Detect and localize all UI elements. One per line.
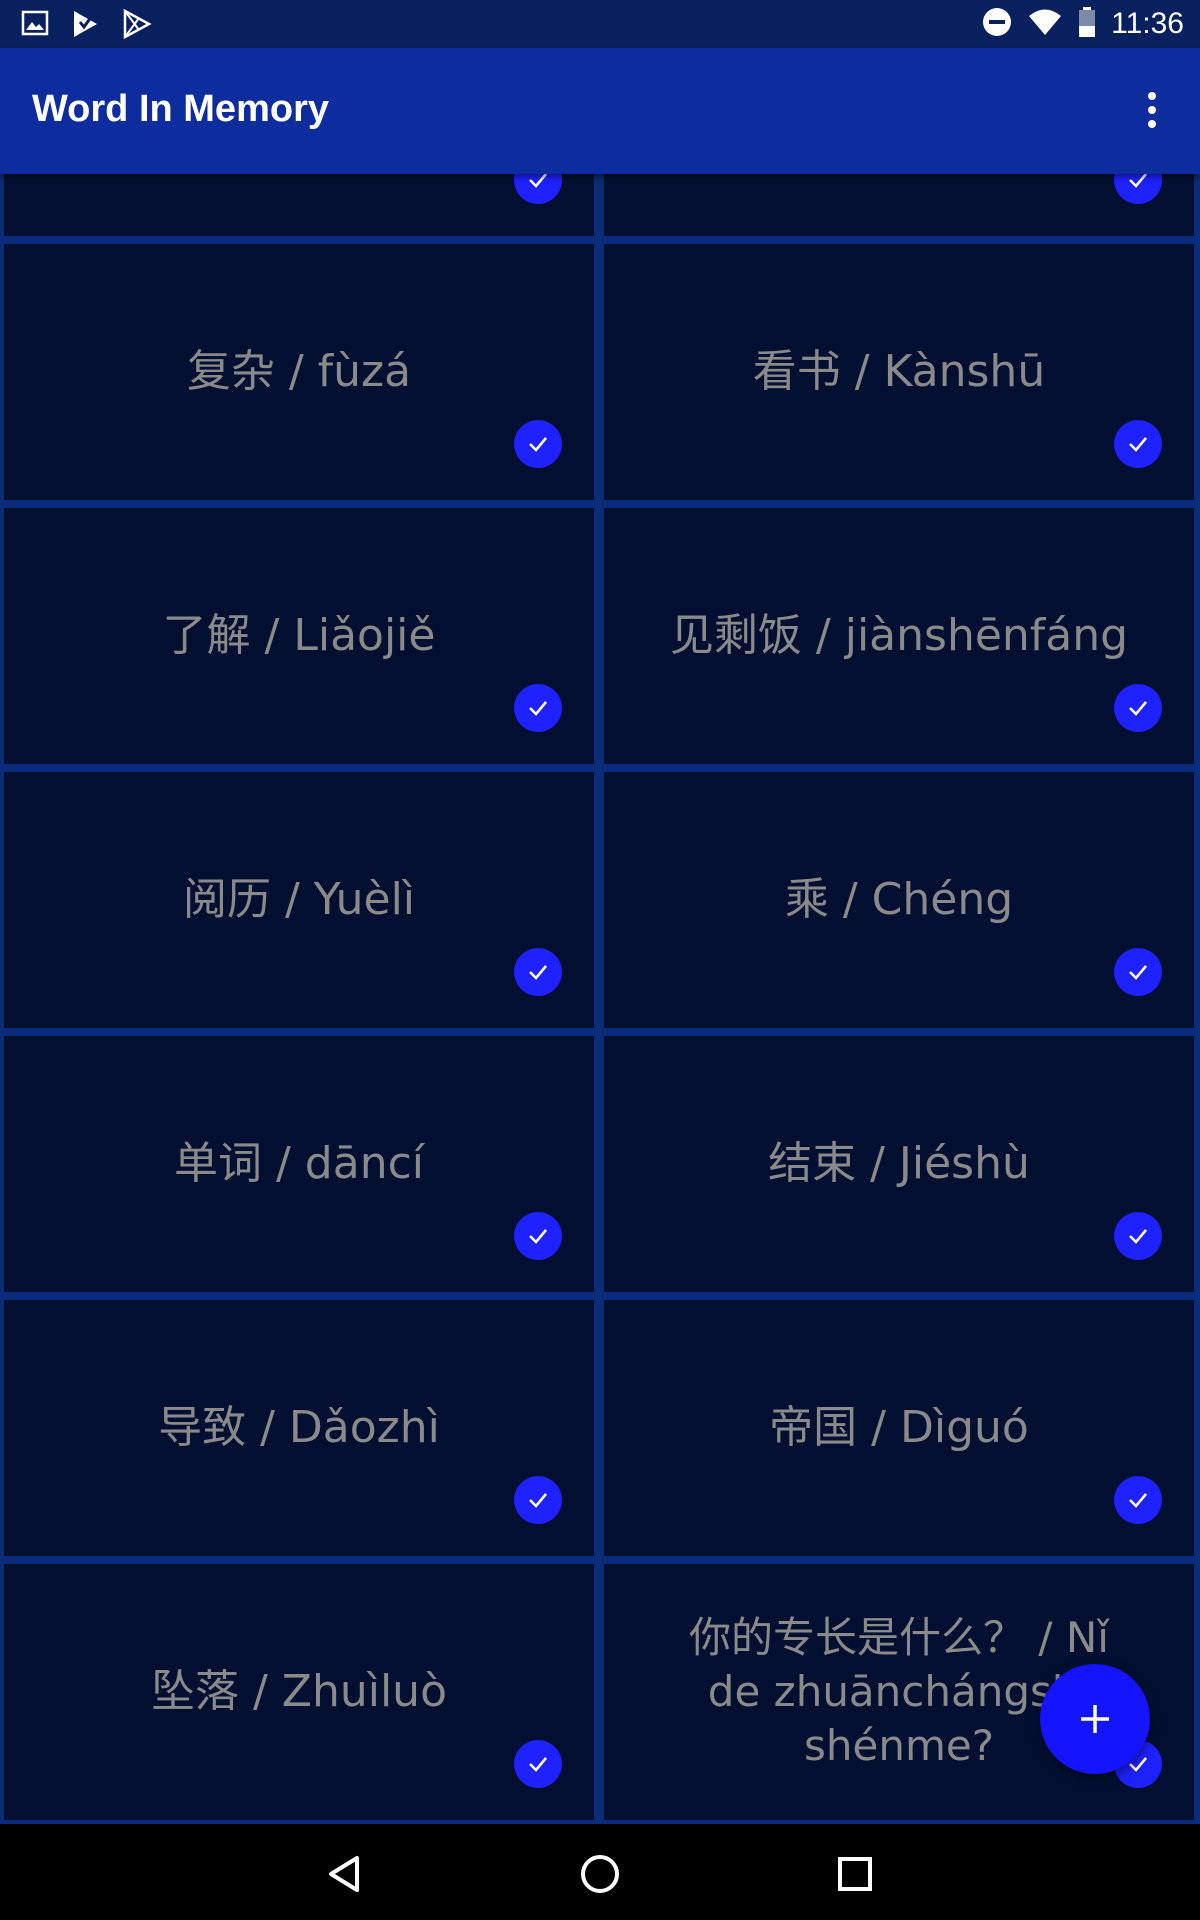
word-card[interactable]: 了解 / Liǎojiě <box>4 508 594 764</box>
check-icon[interactable] <box>1114 420 1162 468</box>
recents-icon[interactable] <box>827 1846 883 1902</box>
word-card-text: 看书 / Kànshū <box>752 346 1046 397</box>
plus-icon <box>1081 1705 1109 1733</box>
word-card-text: 复杂 / fùzá <box>186 346 412 397</box>
word-card-text <box>14 174 584 236</box>
word-card-text: 导致 / Dǎozhì <box>158 1402 440 1453</box>
app-title: Word In Memory <box>32 88 329 130</box>
word-card-text: 乘 / Chéng <box>784 874 1014 925</box>
word-card-text: 阅历 / Yuèlì <box>182 874 416 925</box>
status-time: 11:36 <box>1111 7 1184 40</box>
word-card-text: 结束 / Jiéshù <box>768 1138 1030 1189</box>
word-card[interactable] <box>4 174 594 236</box>
status-left-icons <box>20 8 152 44</box>
check-icon[interactable] <box>514 1476 562 1524</box>
word-card-text: 见剩饭 / jiànshēnfáng <box>669 610 1129 661</box>
word-card[interactable]: 见剩饭 / jiànshēnfáng <box>604 508 1194 764</box>
check-icon[interactable] <box>1114 948 1162 996</box>
play-store-icon <box>70 8 100 44</box>
check-icon[interactable] <box>514 1740 562 1788</box>
play-store-outline-icon <box>120 8 152 44</box>
word-card[interactable]: 帝国 / Dìguó <box>604 1300 1194 1556</box>
check-icon[interactable] <box>514 684 562 732</box>
word-card[interactable]: 看书 / Kànshū <box>604 244 1194 500</box>
add-word-button[interactable] <box>1040 1664 1150 1774</box>
word-card-text: 单词 / dāncí <box>174 1138 424 1189</box>
more-vert-icon[interactable] <box>1140 90 1164 130</box>
check-icon[interactable] <box>514 1212 562 1260</box>
check-icon[interactable] <box>1114 684 1162 732</box>
check-icon[interactable] <box>1114 1476 1162 1524</box>
status-right-icons: 11:36 <box>981 6 1184 42</box>
wifi-icon <box>1027 7 1063 41</box>
word-card[interactable]: 复杂 / fùzá <box>4 244 594 500</box>
word-card-text: 坠落 / Zhuìluò <box>151 1666 447 1717</box>
do-not-disturb-icon <box>981 6 1013 42</box>
app-bar: Word In Memory <box>0 48 1200 174</box>
check-icon[interactable] <box>514 420 562 468</box>
home-icon[interactable] <box>572 1846 628 1902</box>
image-icon <box>20 8 50 44</box>
word-grid[interactable]: 复杂 / fùzá 看书 / Kànshū 了解 / Liǎojiě 见剩饭 /… <box>0 174 1200 1824</box>
word-card[interactable]: 坠落 / Zhuìluò <box>4 1564 594 1820</box>
word-card-text <box>614 174 1184 236</box>
word-card[interactable]: 阅历 / Yuèlì <box>4 772 594 1028</box>
word-card[interactable]: 乘 / Chéng <box>604 772 1194 1028</box>
battery-icon <box>1077 6 1097 42</box>
back-icon[interactable] <box>317 1846 373 1902</box>
check-icon[interactable] <box>1114 1212 1162 1260</box>
word-card[interactable] <box>604 174 1194 236</box>
word-card-text: 帝国 / Dìguó <box>769 1402 1029 1453</box>
navigation-bar <box>0 1824 1200 1920</box>
word-card[interactable]: 结束 / Jiéshù <box>604 1036 1194 1292</box>
status-bar: 11:36 <box>0 0 1200 48</box>
word-card[interactable]: 导致 / Dǎozhì <box>4 1300 594 1556</box>
check-icon[interactable] <box>514 948 562 996</box>
word-card[interactable]: 单词 / dāncí <box>4 1036 594 1292</box>
word-card-text: 了解 / Liǎojiě <box>162 610 436 661</box>
